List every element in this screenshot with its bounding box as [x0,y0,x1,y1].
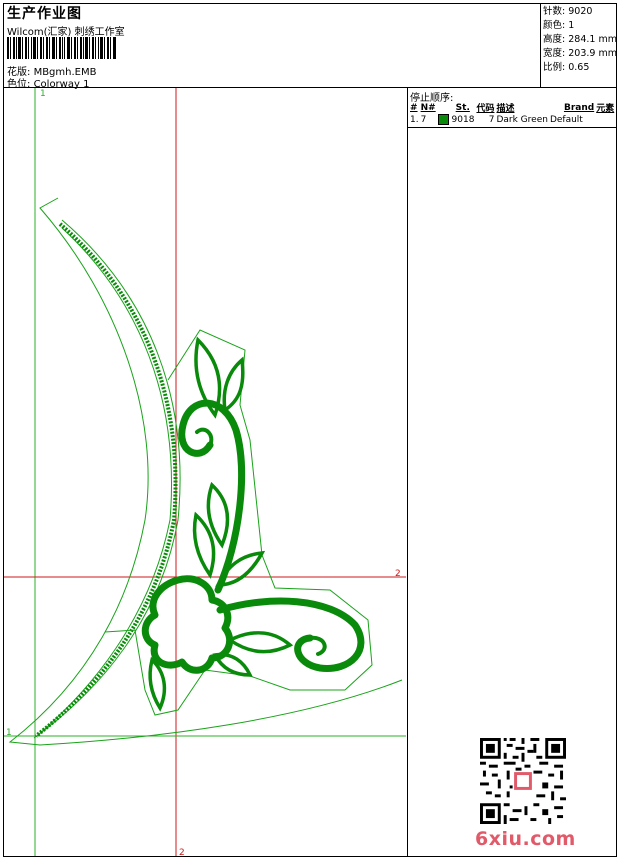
barcode [7,37,116,59]
row-brand: Default [549,114,583,125]
guide-label-v2: 2 [179,848,185,856]
stat-height: 高度: 284.1 mm [543,34,617,45]
stat-width: 宽度: 203.9 mm [543,48,617,59]
watermark-text: 6xiu.com [475,828,576,850]
leaf-bottom [148,656,167,712]
row-description: Dark Green [496,114,548,125]
guide-label-h2: 2 [395,569,401,579]
stop-table-divider [407,127,617,128]
col-code: 代码 [476,104,495,114]
col-description: 描述 [496,104,515,114]
row-element [596,114,616,125]
guide-label-h1: 1 [6,728,12,738]
row-stitches-cell: 9018 [437,114,477,125]
row-needle: 7 [420,114,427,125]
col-index: # [410,102,418,113]
row-index: 1. [410,114,419,125]
panel-divider [407,87,408,857]
col-stitches: St. [455,102,470,113]
col-brand: Brand [563,102,595,113]
embroidery-preview: 1 2 2 1 [4,88,406,856]
stat-stitches: 针数: 9020 [543,6,593,17]
stop-table-header: # N# St. 代码 描述 Brand 元素 [410,101,616,115]
company-name: Wilcom(汇家) 刺绣工作室 [7,27,125,38]
qr-code [480,738,566,824]
stat-colors: 颜色: 1 [543,20,575,31]
col-element: 元素 [596,104,615,114]
table-row: 1. 7 9018 7 Dark Green Default [410,114,616,125]
sheet-title: 生产作业图 [7,6,82,22]
leaf-lower-right [226,631,294,654]
guide-label-v1: 1 [40,89,46,99]
row-stitches: 9018 [451,115,475,125]
stat-scale: 比例: 0.65 [543,62,590,73]
thread-color-swatch [437,114,449,125]
design-stats: 针数: 9020 颜色: 1 高度: 284.1 mm 宽度: 203.9 mm… [540,3,617,87]
row-code: 7 [488,114,495,125]
stop-sequence-table: # N# St. 代码 描述 Brand 元素 1. 7 9018 7 Dark… [410,101,616,125]
col-needle: N# [420,102,436,113]
